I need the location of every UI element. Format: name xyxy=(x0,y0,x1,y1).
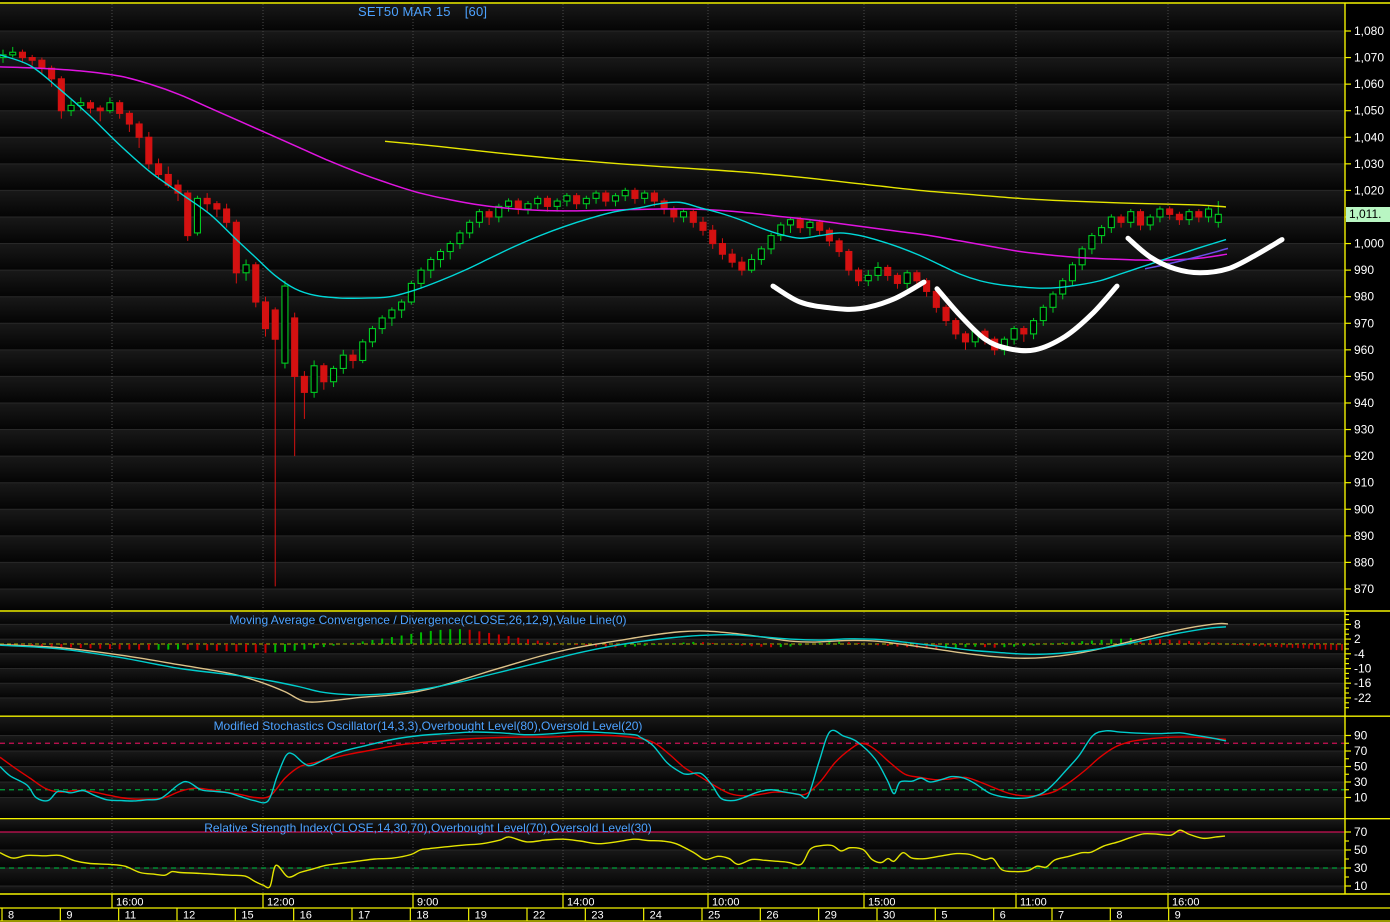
time-axis-day-label: 30 xyxy=(883,910,895,922)
price-axis-label: 1,060 xyxy=(1354,77,1384,91)
price-axis-label: 970 xyxy=(1354,316,1374,330)
time-axis-day-label: 18 xyxy=(416,910,428,922)
macd-panel xyxy=(0,612,1345,716)
time-axis-day-label: 29 xyxy=(825,910,837,922)
price-axis-label: 900 xyxy=(1354,502,1374,516)
time-axis-day-label: 22 xyxy=(533,910,545,922)
time-axis-day-label: 12 xyxy=(183,910,195,922)
chart-canvas[interactable]: 1,080 1,070 1,060 1,050 1,040 1,030 1,020 1,000… xyxy=(0,0,1390,922)
price-axis-label: 910 xyxy=(1354,476,1374,490)
time-axis-day-label: 8 xyxy=(8,910,14,922)
price-axis-label: 870 xyxy=(1354,582,1374,596)
time-axis-hour-label: 16:00 xyxy=(1172,897,1200,909)
time-axis-day-label: 9 xyxy=(66,910,72,922)
time-axis-day-label: 8 xyxy=(1116,910,1122,922)
price-axis-label: 1,050 xyxy=(1354,104,1384,118)
time-axis-hour-label: 12:00 xyxy=(267,897,295,909)
price-axis-label: 890 xyxy=(1354,529,1374,543)
time-axis-day-label: 24 xyxy=(650,910,662,922)
time-axis-hour-label: 10:00 xyxy=(712,897,740,909)
price-axis-label: 1,000 xyxy=(1354,237,1384,251)
time-axis-day-label: 23 xyxy=(591,910,603,922)
rsi-panel-title: Relative Strength Index(CLOSE,14,30,70),… xyxy=(204,821,652,835)
rsi-axis-label: 30 xyxy=(1354,861,1368,875)
chart-title: SET50 MAR 15 [60] xyxy=(358,4,487,19)
price-axis-label: 990 xyxy=(1354,263,1374,277)
stochastics-panel xyxy=(0,717,1345,818)
price-axis-label: 1,020 xyxy=(1354,183,1384,197)
stochastics-axis-label: 10 xyxy=(1354,791,1368,805)
timeframe-label: [60] xyxy=(464,4,488,19)
time-axis-day-label: 5 xyxy=(941,910,947,922)
rsi-axis-label: 70 xyxy=(1354,825,1368,839)
time-axis-day-label: 26 xyxy=(766,910,778,922)
price-axis-label: 950 xyxy=(1354,369,1374,383)
time-axis-hour-label: 11:00 xyxy=(1020,897,1047,909)
price-axis-label: 1,040 xyxy=(1354,130,1384,144)
macd-axis-label: -4 xyxy=(1354,647,1365,661)
time-axis-hour-label: 14:00 xyxy=(567,897,595,909)
macd-axis-label: -22 xyxy=(1354,691,1372,705)
time-axis-hour-label: 15:00 xyxy=(868,897,896,909)
macd-axis-label: -10 xyxy=(1354,662,1372,676)
time-axis-day-label: 19 xyxy=(475,910,487,922)
stochastics-axis-label: 70 xyxy=(1354,744,1368,758)
time-axis-day-label: 11 xyxy=(125,910,136,922)
price-axis-label: 930 xyxy=(1354,423,1374,437)
macd-axis-label: -16 xyxy=(1354,676,1372,690)
price-axis-label: 940 xyxy=(1354,396,1374,410)
time-axis-day-label: 16 xyxy=(300,910,312,922)
symbol-label: SET50 MAR 15 xyxy=(358,4,451,19)
macd-axis-label: 8 xyxy=(1354,617,1361,631)
time-axis-day-label: 15 xyxy=(241,910,253,922)
price-axis-label: 1,030 xyxy=(1354,157,1384,171)
time-axis-day-label: 25 xyxy=(708,910,720,922)
time-axis-day-label: 9 xyxy=(1175,910,1181,922)
rsi-axis-label: 50 xyxy=(1354,843,1368,857)
macd-panel-title: Moving Average Convergence / Divergence(… xyxy=(229,613,627,627)
time-axis-day-label: 7 xyxy=(1058,910,1064,922)
rsi-panel xyxy=(0,820,1345,894)
price-axis-label: 1,070 xyxy=(1354,51,1384,65)
time-axis-hour-label: 16:00 xyxy=(116,897,144,909)
price-axis-label: 960 xyxy=(1354,343,1374,357)
macd-axis-label: 2 xyxy=(1354,632,1361,646)
main-price-panel xyxy=(0,4,1345,610)
stochastics-axis-label: 50 xyxy=(1354,760,1368,774)
stochastics-panel-title: Modified Stochastics Oscillator(14,3,3),… xyxy=(213,719,643,733)
price-axis-label: 920 xyxy=(1354,449,1374,463)
last-price-badge: 1,011. xyxy=(1346,206,1390,222)
price-axis-label: 980 xyxy=(1354,290,1374,304)
rsi-axis-label: 10 xyxy=(1354,879,1368,893)
time-axis-day-label: 6 xyxy=(1000,910,1006,922)
price-axis-label: 880 xyxy=(1354,555,1374,569)
stochastics-axis-label: 90 xyxy=(1354,729,1368,743)
time-axis-hour-label: 9:00 xyxy=(417,897,438,909)
time-axis-day-label: 17 xyxy=(358,910,370,922)
price-axis-label: 1,080 xyxy=(1354,24,1384,38)
stochastics-axis-label: 30 xyxy=(1354,775,1368,789)
